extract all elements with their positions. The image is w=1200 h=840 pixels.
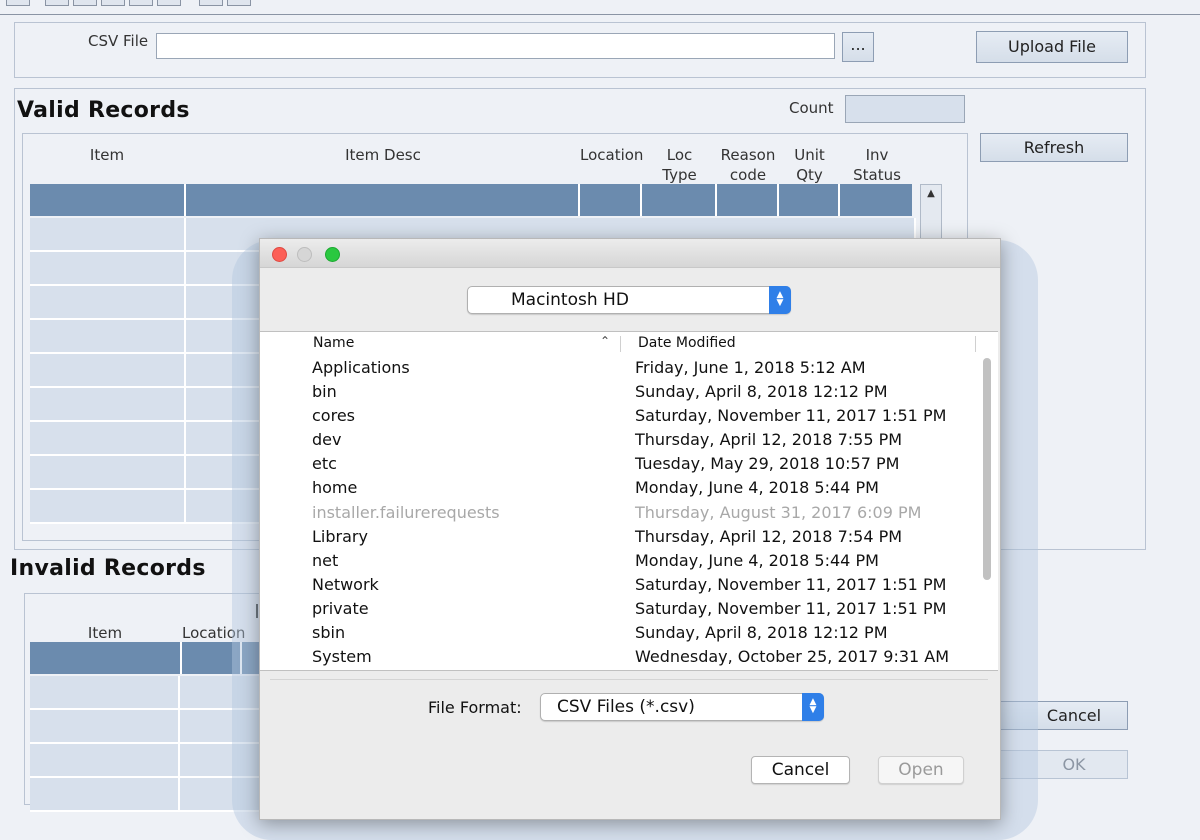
dialog-cancel-button[interactable]: Cancel bbox=[751, 756, 850, 784]
file-name: cores bbox=[312, 406, 355, 425]
file-name: sbin bbox=[312, 623, 346, 642]
toolbar-button[interactable] bbox=[199, 0, 223, 6]
file-date: Thursday, April 12, 2018 7:54 PM bbox=[635, 527, 903, 546]
file-name: installer.failurerequests bbox=[312, 503, 500, 522]
file-name: bin bbox=[312, 382, 337, 401]
name-column-header[interactable]: Name bbox=[313, 335, 354, 351]
refresh-label: Refresh bbox=[1023, 138, 1085, 157]
column-header-reason-code: Reason code bbox=[720, 146, 776, 184]
invalid-records-title: Invalid Records bbox=[10, 556, 206, 581]
valid-records-title: Valid Records bbox=[17, 98, 190, 123]
file-date: Thursday, August 31, 2017 6:09 PM bbox=[635, 503, 922, 522]
file-name: Applications bbox=[312, 358, 410, 377]
toolbar-button[interactable] bbox=[129, 0, 153, 6]
toolbar-button[interactable] bbox=[157, 0, 181, 6]
toolbar-button[interactable] bbox=[73, 0, 97, 6]
file-row[interactable]: net Monday, June 4, 2018 5:44 PM bbox=[260, 551, 980, 575]
file-format-dropdown[interactable]: CSV Files (*.csv) ▲ ▼ bbox=[540, 693, 824, 721]
zoom-window-icon[interactable] bbox=[325, 247, 340, 262]
minimize-window-icon[interactable] bbox=[297, 247, 312, 262]
file-date: Monday, June 4, 2018 5:44 PM bbox=[635, 478, 879, 497]
date-modified-column-header[interactable]: Date Modified bbox=[638, 335, 736, 351]
file-row[interactable]: Network Saturday, November 11, 2017 1:51 … bbox=[260, 575, 980, 599]
dropdown-stepper-icon: ▲ ▼ bbox=[769, 286, 791, 314]
file-browser: Name ⌃ Date Modified Applications Friday,… bbox=[260, 331, 998, 671]
file-row[interactable]: cores Saturday, November 11, 2017 1:51 PM bbox=[260, 406, 980, 430]
file-row[interactable]: Library Thursday, April 12, 2018 7:54 PM bbox=[260, 527, 980, 551]
file-name: dev bbox=[312, 430, 342, 449]
file-date: Friday, June 1, 2018 5:12 AM bbox=[635, 358, 866, 377]
sort-ascending-icon[interactable]: ⌃ bbox=[600, 334, 610, 348]
file-date: Saturday, November 11, 2017 1:51 PM bbox=[635, 406, 947, 425]
toolbar-divider bbox=[0, 14, 1200, 15]
upload-file-button[interactable]: Upload File bbox=[976, 31, 1128, 63]
file-row[interactable]: System Wednesday, October 25, 2017 9:31 A… bbox=[260, 647, 980, 671]
toolbar-button[interactable] bbox=[227, 0, 251, 6]
location-dropdown[interactable]: Macintosh HD ▲ ▼ bbox=[467, 286, 791, 314]
toolbar-button[interactable] bbox=[45, 0, 69, 6]
column-header-location: Location bbox=[580, 146, 644, 164]
refresh-button[interactable]: Refresh bbox=[980, 133, 1128, 162]
file-row[interactable]: sbin Sunday, April 8, 2018 12:12 PM bbox=[260, 623, 980, 647]
location-dropdown-value: Macintosh HD bbox=[511, 290, 629, 310]
valid-records-scrollbar[interactable]: ▲ bbox=[920, 184, 942, 246]
file-name: home bbox=[312, 478, 358, 497]
file-name: net bbox=[312, 551, 339, 570]
file-date: Saturday, November 11, 2017 1:51 PM bbox=[635, 599, 947, 618]
count-field bbox=[845, 95, 965, 123]
file-format-label: File Format: bbox=[428, 698, 522, 717]
column-header-unit-qty: Unit Qty bbox=[794, 146, 825, 184]
scroll-up-icon[interactable]: ▲ bbox=[921, 185, 941, 203]
dialog-open-button[interactable]: Open bbox=[878, 756, 964, 784]
file-row[interactable]: home Monday, June 4, 2018 5:44 PM bbox=[260, 478, 980, 502]
column-header-item-desc: Item Desc bbox=[345, 146, 421, 164]
file-name: System bbox=[312, 647, 372, 666]
dropdown-stepper-icon: ▲ ▼ bbox=[802, 693, 824, 721]
dialog-divider bbox=[270, 679, 988, 680]
csv-file-label: CSV File bbox=[88, 32, 149, 50]
file-date: Sunday, April 8, 2018 12:12 PM bbox=[635, 382, 888, 401]
file-name: private bbox=[312, 599, 369, 618]
open-file-dialog: Macintosh HD ▲ ▼ Name ⌃ Date Modified App… bbox=[259, 238, 1001, 820]
file-date: Wednesday, October 25, 2017 9:31 AM bbox=[635, 647, 950, 666]
file-row[interactable]: etc Tuesday, May 29, 2018 10:57 PM bbox=[260, 454, 980, 478]
file-row[interactable]: private Saturday, November 11, 2017 1:51 … bbox=[260, 599, 980, 623]
column-header-item: Item bbox=[87, 624, 123, 642]
column-header-inv-status: Inv Status bbox=[853, 146, 901, 184]
file-name: Library bbox=[312, 527, 368, 546]
csv-file-field[interactable] bbox=[156, 33, 835, 59]
file-date: Sunday, April 8, 2018 12:12 PM bbox=[635, 623, 888, 642]
file-name: etc bbox=[312, 454, 337, 473]
toolbar-button[interactable] bbox=[101, 0, 125, 6]
file-row[interactable]: Applications Friday, June 1, 2018 5:12 AM bbox=[260, 358, 980, 382]
column-divider bbox=[620, 336, 621, 352]
grid-header-row bbox=[30, 184, 912, 216]
browse-button[interactable]: ... bbox=[842, 32, 874, 62]
file-date: Saturday, November 11, 2017 1:51 PM bbox=[635, 575, 947, 594]
file-row[interactable]: dev Thursday, April 12, 2018 7:55 PM bbox=[260, 430, 980, 454]
toolbar-button[interactable] bbox=[6, 0, 30, 6]
scroll-thumb[interactable] bbox=[983, 358, 991, 580]
file-date: Monday, June 4, 2018 5:44 PM bbox=[635, 551, 879, 570]
file-name: Network bbox=[312, 575, 379, 594]
column-header-item: Item bbox=[89, 146, 125, 164]
column-header-loc-type: Loc Type bbox=[662, 146, 697, 184]
file-row[interactable]: bin Sunday, April 8, 2018 12:12 PM bbox=[260, 382, 980, 406]
file-date: Tuesday, May 29, 2018 10:57 PM bbox=[635, 454, 900, 473]
dialog-titlebar bbox=[260, 239, 1000, 268]
file-format-value: CSV Files (*.csv) bbox=[557, 697, 695, 717]
column-divider bbox=[975, 336, 976, 352]
file-row-disabled: installer.failurerequests Thursday, Augus… bbox=[260, 503, 980, 527]
close-window-icon[interactable] bbox=[272, 247, 287, 262]
file-date: Thursday, April 12, 2018 7:55 PM bbox=[635, 430, 903, 449]
count-label: Count bbox=[789, 99, 834, 117]
file-list-scrollbar[interactable] bbox=[980, 354, 996, 668]
